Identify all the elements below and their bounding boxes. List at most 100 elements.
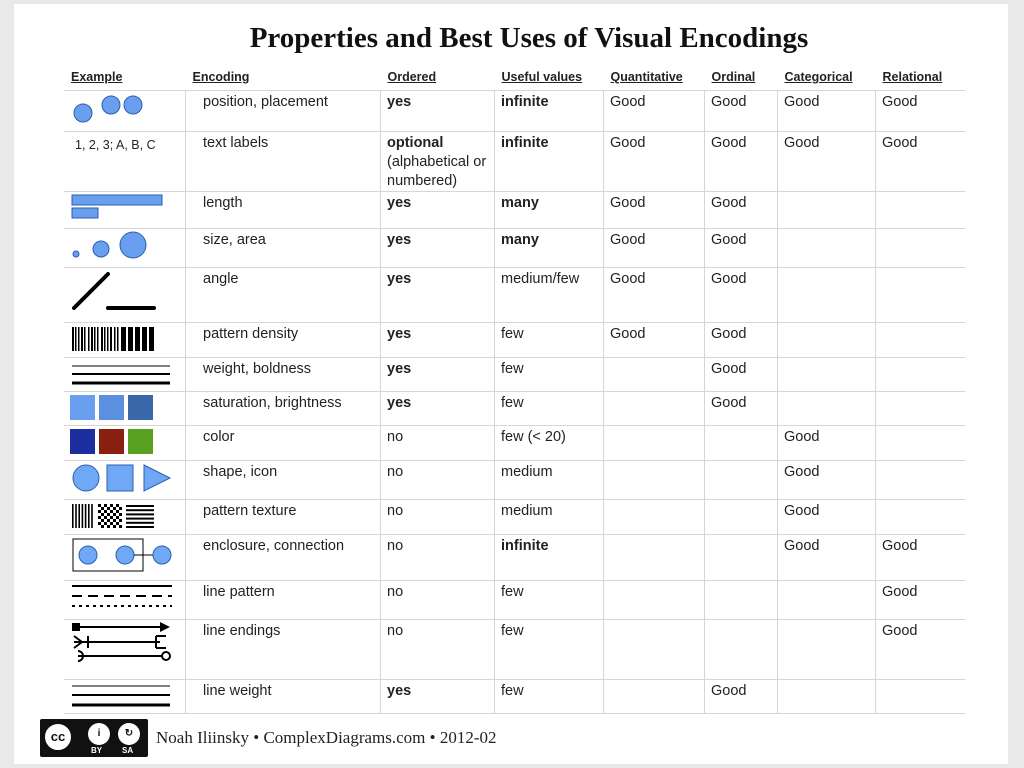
ordinal-cell-value: Good: [711, 326, 747, 342]
categorical-cell: Good: [777, 534, 876, 581]
ordered-cell: yes: [380, 391, 495, 426]
table-row: enclosure, connection no infinite Good Good: [64, 534, 965, 581]
quantitative-cell: Good: [603, 228, 705, 268]
categorical-cell: [777, 619, 876, 680]
quantitative-cell-value: Good: [610, 135, 646, 151]
encoding-cell: length: [185, 191, 381, 229]
useful-values-cell-value: medium: [501, 464, 553, 480]
attribution-icon: i: [88, 723, 110, 745]
categorical-cell: [777, 580, 876, 620]
ordered-cell: yes: [380, 679, 495, 714]
quantitative-cell: [603, 679, 705, 714]
encoding-cell: line weight: [185, 679, 381, 714]
ordinal-cell: Good: [704, 679, 778, 714]
quantitative-cell: [603, 499, 705, 535]
encoding-cell-value: saturation, brightness: [203, 395, 342, 411]
relational-cell-value: Good: [882, 135, 918, 151]
categorical-cell: Good: [777, 90, 876, 132]
relational-cell: Good: [875, 131, 965, 192]
useful-values-cell: medium: [494, 499, 604, 535]
relational-cell: [875, 357, 965, 392]
encoding-cell-value: shape, icon: [203, 464, 278, 480]
ordered-cell: yes: [380, 90, 495, 132]
ordinal-cell-value: Good: [711, 271, 747, 287]
encoding-cell: line pattern: [185, 580, 381, 620]
categorical-cell: Good: [777, 131, 876, 192]
encoding-cell-value: angle: [203, 271, 239, 287]
categorical-cell: [777, 267, 876, 323]
useful-values-cell: infinite: [494, 90, 604, 132]
share-alike-icon: ↻: [118, 723, 140, 745]
useful-values-cell-value: few: [501, 395, 524, 411]
categorical-cell: [777, 679, 876, 714]
table-row: shape, icon no medium Good: [64, 460, 965, 500]
table-row: saturation, brightness yes few Good: [64, 391, 965, 426]
circles-size-icon: [64, 228, 186, 268]
categorical-cell: Good: [777, 460, 876, 500]
useful-values-cell: few: [494, 322, 604, 358]
encoding-cell: text labels: [185, 131, 381, 192]
ordinal-cell: [704, 534, 778, 581]
example-text: 1, 2, 3; A, B, C: [64, 131, 186, 192]
useful-values-cell: few: [494, 580, 604, 620]
useful-values-cell: infinite: [494, 131, 604, 192]
categorical-cell: [777, 228, 876, 268]
ordered-cell: no: [380, 619, 495, 680]
categorical-cell: Good: [777, 499, 876, 535]
ordered-cell-value: no: [387, 623, 404, 639]
ordered-cell: no: [380, 460, 495, 500]
bars-icon: [64, 191, 186, 229]
table-row: position, placement yes infinite Good Good Go…: [64, 90, 965, 132]
quantitative-cell: Good: [603, 322, 705, 358]
categorical-cell-value: Good: [784, 464, 820, 480]
quantitative-cell: [603, 425, 705, 461]
ordered-cell-value: yes: [387, 361, 412, 377]
relational-cell: Good: [875, 580, 965, 620]
line-weight-icon: [64, 679, 186, 714]
relational-cell: Good: [875, 534, 965, 581]
useful-values-cell-value: medium/few: [501, 271, 580, 287]
ordered-cell: optional (alphabetical or numbered): [380, 131, 495, 192]
table-row: pattern texture no medium Good: [64, 499, 965, 535]
relational-cell-value: Good: [882, 94, 918, 110]
encoding-cell: color: [185, 425, 381, 461]
categorical-cell-value: Good: [784, 135, 820, 151]
categorical-cell: [777, 357, 876, 392]
encoding-cell: angle: [185, 267, 381, 323]
cc-icon: cc: [43, 722, 73, 752]
column-header: Example: [64, 68, 186, 91]
table-row: line pattern no few Good: [64, 580, 965, 620]
relational-cell: [875, 425, 965, 461]
by-label: BY: [91, 746, 103, 755]
column-header: Encoding: [185, 68, 381, 91]
quantitative-cell: [603, 534, 705, 581]
ordinal-cell: [704, 425, 778, 461]
ordered-cell-value: yes: [387, 195, 412, 211]
angle-icon: [64, 267, 186, 323]
categorical-cell: Good: [777, 425, 876, 461]
table-header-row: Example Encoding Ordered Useful values Q…: [64, 68, 965, 91]
ordered-cell-value: no: [387, 538, 404, 554]
useful-values-cell-value: medium: [501, 503, 553, 519]
quantitative-cell-value: Good: [610, 271, 646, 287]
dashed-lines-icon: [64, 580, 186, 620]
useful-values-cell-value: few (< 20): [501, 429, 566, 445]
ordered-cell: no: [380, 580, 495, 620]
table-row: color no few (< 20) Good: [64, 425, 965, 461]
quantitative-cell: Good: [603, 131, 705, 192]
useful-values-cell: many: [494, 191, 604, 229]
table-row: angle yes medium/few Good Good: [64, 267, 965, 323]
column-header: Relational: [875, 68, 965, 91]
column-header: Ordinal: [704, 68, 778, 91]
sa-label: SA: [122, 746, 134, 755]
ordinal-cell-value: Good: [711, 135, 747, 151]
footer: cc i ↻ BY SA Noah Iliinsky • ComplexDiag…: [40, 718, 497, 758]
encoding-cell-value: enclosure, connection: [203, 538, 345, 554]
barcode-icon: [64, 322, 186, 358]
useful-values-cell-value: infinite: [501, 94, 549, 110]
quantitative-cell-value: Good: [610, 94, 646, 110]
useful-values-cell: few: [494, 357, 604, 392]
table-row: line weight yes few Good: [64, 679, 965, 714]
ordered-cell-value: yes: [387, 326, 412, 342]
table-row: weight, boldness yes few Good: [64, 357, 965, 392]
